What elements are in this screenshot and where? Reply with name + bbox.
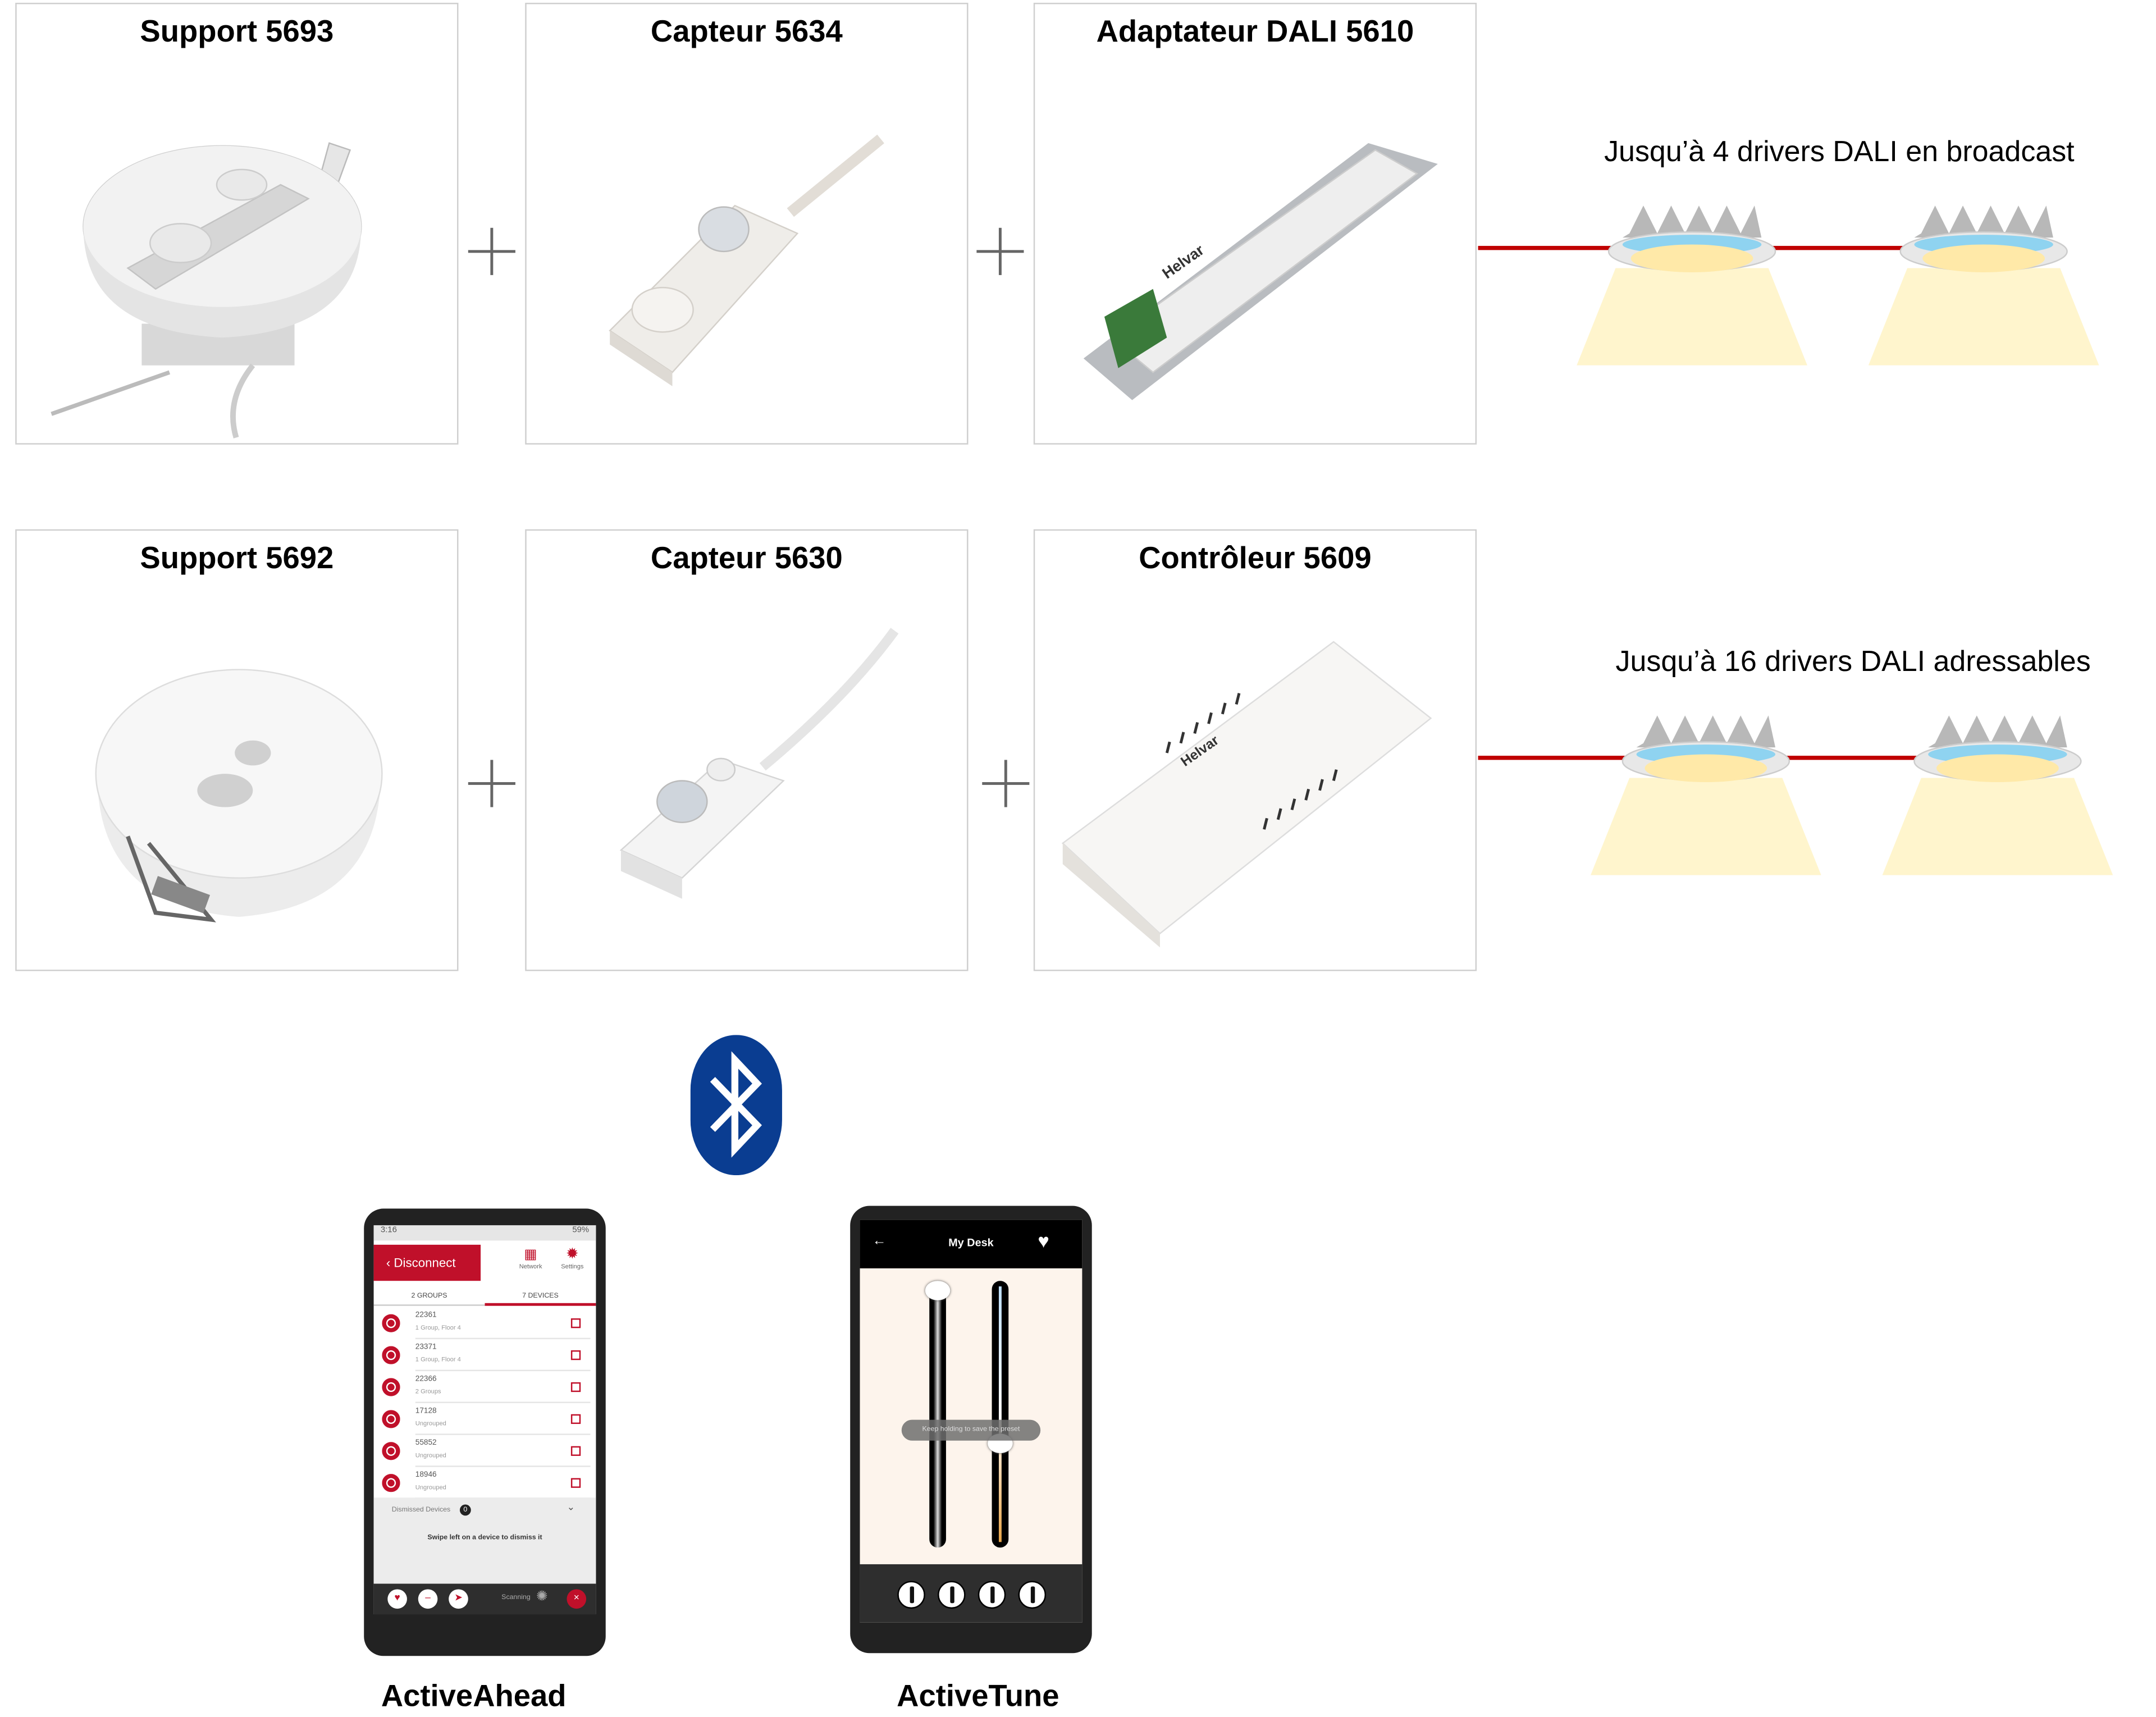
plus-icon [468,760,515,807]
device-id: 23371 [415,1343,437,1352]
spinner-icon: ✺ [536,1589,548,1605]
dismissed-panel: Dismissed Devices 0 ⌄ Swipe left on a de… [373,1497,596,1584]
device-checkbox[interactable] [570,1446,581,1456]
activetune-screen: ← My Desk ♥ Keep holding to save the pre… [860,1220,1082,1623]
favourite-button[interactable]: ♥ [387,1589,407,1609]
device-checkbox[interactable] [570,1350,581,1360]
gear-icon: ✹ [565,1246,579,1263]
device-checkbox[interactable] [570,1318,581,1328]
device-id: 18946 [415,1471,437,1480]
disconnect-button[interactable]: ‹ Disconnect [373,1244,481,1281]
device-group: Ungrouped [415,1483,446,1491]
support-mount-image [95,669,383,923]
device-row[interactable]: 22366 2 Groups [374,1371,596,1403]
device-icon [382,1410,400,1428]
device-checkbox[interactable] [570,1382,581,1392]
dismissed-count-badge: 0 [459,1504,471,1516]
device-icon [382,1314,400,1332]
broadcast-caption: Jusqu’à 4 drivers DALI en broadcast [1604,136,2075,168]
downlight-icon [1577,206,1807,366]
dismissed-label[interactable]: Dismissed Devices [392,1506,450,1514]
bluetooth-icon [690,1035,782,1176]
downlight-icon [1868,206,2099,366]
stop-scan-button[interactable]: × [567,1589,587,1609]
plus-icon [982,760,1030,807]
dali-controller-image: Helvar [1061,641,1432,948]
diagram-stage: Support 5693 Capteur 5634 Adaptateur DAL… [0,0,2156,1717]
brightness-slider[interactable] [925,1281,951,1548]
product-card-capteur-5634: Capteur 5634 [525,2,969,445]
device-row[interactable]: 22361 1 Group, Floor 4 [374,1307,596,1340]
plus-icon [468,227,515,275]
settings-label: Settings [561,1263,584,1270]
send-button[interactable]: ➤ [449,1589,468,1609]
heart-icon[interactable]: ♥ [1038,1230,1049,1252]
device-checkbox[interactable] [570,1478,581,1488]
product-card-support-5692: Support 5692 [15,529,459,971]
device-id: 22366 [415,1375,437,1384]
device-row[interactable]: 18946 Ungrouped [374,1467,596,1499]
product-card-capteur-5630: Capteur 5630 [525,529,969,971]
scanning-label: Scanning [501,1593,531,1602]
device-group: 1 Group, Floor 4 [415,1323,461,1331]
device-id: 22361 [415,1311,437,1320]
preset-button[interactable] [897,1581,925,1609]
sensor-image [609,134,884,386]
preset-button[interactable] [977,1581,1006,1609]
disconnect-label: Disconnect [394,1255,456,1270]
device-icon [382,1442,400,1460]
device-icon [382,1346,400,1364]
dismiss-hint: Swipe left on a device to dismiss it [427,1533,542,1542]
status-battery: 59% [572,1226,590,1235]
dali-adapter-image: Helvar [1083,143,1438,400]
save-preset-toast: Keep holding to save the preset [901,1419,1041,1441]
product-card-adaptateur-5610: Adaptateur DALI 5610 Helvar [1033,2,1477,445]
plus-icon [976,227,1024,275]
activeahead-screen: 3:16 59% ‹ Disconnect ▦ Network ✹ Settin… [373,1225,596,1615]
activetune-label: ActiveTune [897,1678,1059,1713]
downlight-icon [1590,715,1821,875]
device-row[interactable]: 23371 1 Group, Floor 4 [374,1339,596,1372]
tab-devices[interactable]: 7 DEVICES [485,1286,596,1306]
downlight-icon [1882,715,2113,875]
device-checkbox[interactable] [570,1414,581,1424]
preset-button[interactable] [1018,1581,1047,1609]
status-bar: 3:16 59% [373,1225,596,1241]
device-icon [382,1378,400,1396]
settings-button[interactable]: ✹ Settings [554,1246,590,1270]
addressable-caption: Jusqu’à 16 drivers DALI adressables [1615,646,2091,678]
preset-button[interactable] [938,1581,966,1609]
activeahead-label: ActiveAhead [381,1678,567,1713]
network-label: Network [519,1263,542,1270]
slider-knob[interactable] [925,1281,951,1300]
dim-button[interactable]: – [418,1589,438,1609]
device-row[interactable]: 55852 Ungrouped [374,1435,596,1467]
sensor-image [619,628,899,899]
device-group: Ungrouped [415,1451,446,1459]
support-mount-image [51,142,362,439]
tab-groups[interactable]: 2 GROUPS [373,1286,485,1306]
device-icon [382,1474,400,1492]
product-card-support-5693: Support 5693 [15,2,459,445]
device-row[interactable]: 17128 Ungrouped [374,1403,596,1435]
bottom-bar: ♥ – ➤ Scanning ✺ × [373,1583,596,1615]
preset-bar [860,1564,1082,1623]
device-group: Ungrouped [415,1419,446,1427]
chevron-down-icon[interactable]: ⌄ [567,1502,575,1513]
device-group: 1 Group, Floor 4 [415,1355,461,1363]
device-id: 17128 [415,1407,437,1416]
device-group: 2 Groups [415,1387,441,1395]
activeahead-phone: 3:16 59% ‹ Disconnect ▦ Network ✹ Settin… [364,1208,606,1656]
activetune-phone: ← My Desk ♥ Keep holding to save the pre… [850,1205,1092,1654]
network-grid-icon: ▦ [524,1247,537,1263]
status-time: 3:16 [380,1226,397,1235]
tune-header: ← My Desk ♥ [860,1220,1082,1268]
product-card-controleur-5609: Contrôleur 5609 Helvar [1033,529,1477,971]
network-button[interactable]: ▦ Network [513,1248,549,1270]
device-id: 55852 [415,1439,437,1448]
color-temp-slider[interactable] [988,1281,1013,1548]
